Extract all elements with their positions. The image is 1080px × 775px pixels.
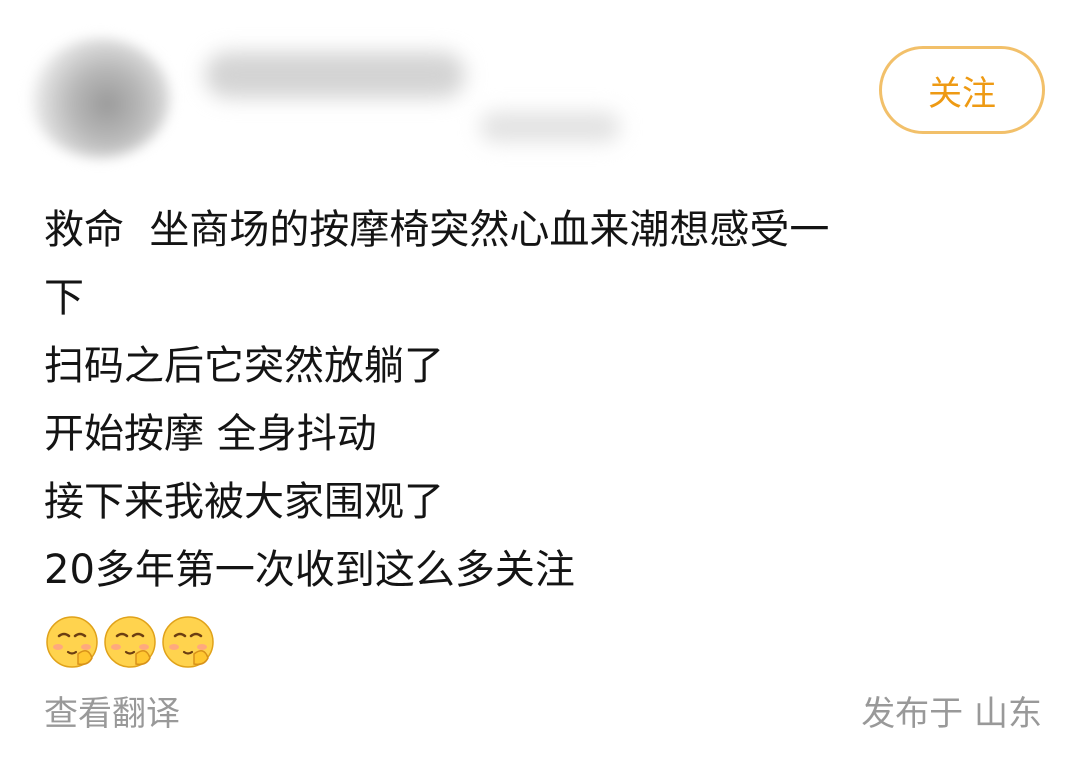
post-meta: [480, 112, 620, 142]
post-text-line: 接下来我被大家围观了: [44, 479, 444, 525]
post-content: 救命 坐商场的按摩椅突然心血来潮想感受一 下 扫码之后它突然放躺了 开始按摩 全…: [44, 196, 1034, 604]
post-header: 关注: [0, 0, 1080, 175]
post-text-line: 下: [44, 275, 84, 321]
post-text-line: 开始按摩 全身抖动: [44, 411, 377, 457]
shy-face-emoji-icon: [44, 614, 100, 670]
shy-face-emoji-icon: [160, 614, 216, 670]
post-text-line: 救命 坐商场的按摩椅突然心血来潮想感受一: [44, 207, 830, 253]
username[interactable]: [205, 52, 465, 98]
translate-link[interactable]: 查看翻译: [44, 690, 180, 738]
emoji-row: [44, 614, 216, 676]
post-location: 发布于 山东: [861, 694, 1042, 734]
post-text-line: 20多年第一次收到这么多关注: [44, 547, 575, 593]
shy-face-emoji-icon: [102, 614, 158, 670]
avatar[interactable]: [30, 38, 170, 158]
post-text-line: 扫码之后它突然放躺了: [44, 343, 444, 389]
follow-button[interactable]: 关注: [879, 46, 1045, 134]
